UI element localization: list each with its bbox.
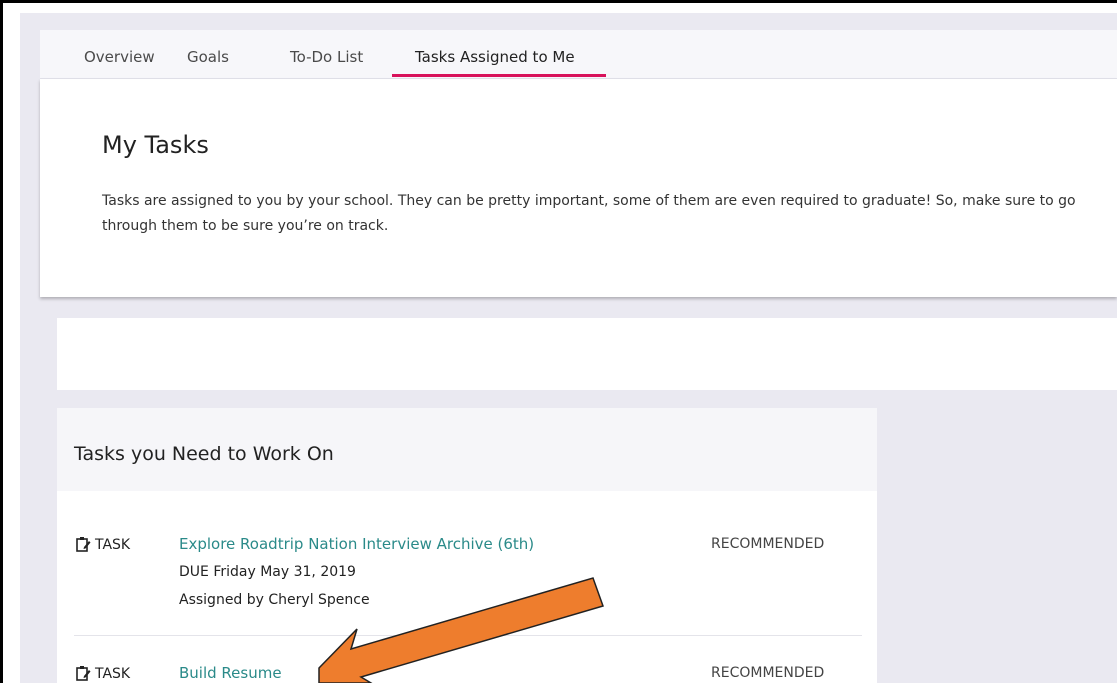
active-tab-indicator (392, 74, 606, 77)
clipboard-icon (76, 537, 91, 552)
clipboard-icon (76, 666, 91, 681)
page-description: Tasks are assigned to you by your school… (102, 193, 1076, 234)
page-title: My Tasks (102, 131, 209, 159)
tab-tasks-assigned[interactable]: Tasks Assigned to Me (415, 48, 575, 66)
task-status: RECOMMENDED (711, 665, 825, 681)
task-type-text: TASK (95, 537, 131, 553)
task-assigned-by: Assigned by Cheryl Spence (179, 592, 370, 608)
task-type-text: TASK (95, 666, 131, 682)
tab-todo-list[interactable]: To-Do List (290, 48, 363, 66)
task-type-label: TASK (75, 536, 130, 553)
tab-bar: Overview Goals To-Do List Tasks Assigned… (40, 30, 1117, 79)
task-due-date: DUE Friday May 31, 2019 (179, 564, 356, 580)
tasks-card-title: Tasks you Need to Work On (74, 443, 334, 465)
empty-card (57, 318, 1117, 390)
task-type-label: TASK (75, 665, 130, 682)
task-title-link[interactable]: Build Resume (179, 664, 282, 682)
tab-overview[interactable]: Overview (84, 48, 155, 66)
my-tasks-card: My Tasks Tasks are assigned to you by yo… (40, 79, 1117, 297)
tab-goals[interactable]: Goals (187, 48, 229, 66)
task-status: RECOMMENDED (711, 536, 825, 552)
task-title-link[interactable]: Explore Roadtrip Nation Interview Archiv… (179, 535, 534, 553)
task-divider (74, 635, 862, 636)
tasks-card: Tasks you Need to Work On TASK Explore R… (57, 408, 877, 683)
tasks-card-header: Tasks you Need to Work On (57, 408, 877, 491)
